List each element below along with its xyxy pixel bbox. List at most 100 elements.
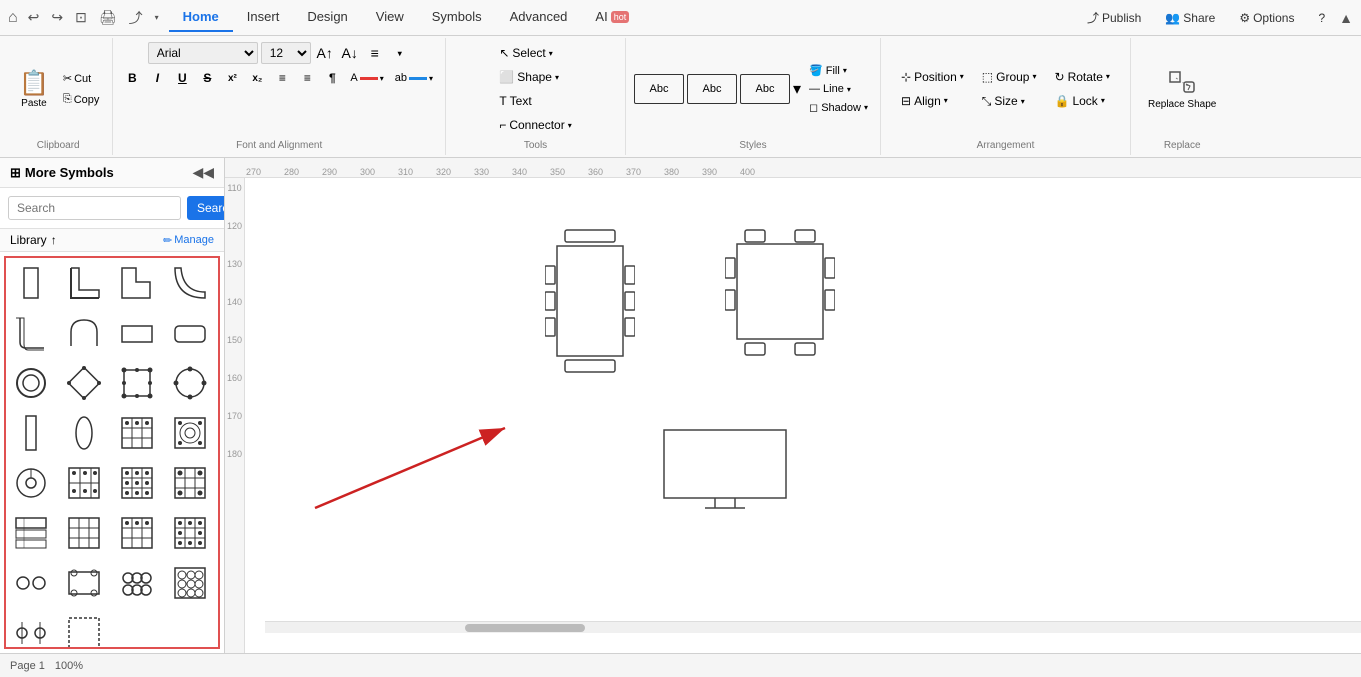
text-tool-button[interactable]: T Text: [492, 90, 578, 112]
symbol-cell-burner[interactable]: [165, 408, 215, 458]
style-preset-3[interactable]: Abc: [740, 74, 790, 104]
symbol-cell-oval-sm[interactable]: [59, 558, 109, 608]
tab-view[interactable]: View: [362, 3, 418, 32]
font-size-increase[interactable]: A↑: [314, 42, 336, 64]
share-quick-btn[interactable]: ⤴: [127, 6, 145, 30]
group-button[interactable]: ⬚ Group ▾: [975, 66, 1044, 88]
drawing-canvas[interactable]: [245, 178, 1361, 633]
styles-expand-btn[interactable]: ▾: [793, 79, 801, 99]
horizontal-scrollbar[interactable]: [265, 621, 1361, 633]
para-btn[interactable]: ¶: [321, 67, 343, 89]
ruler-mark-left: 170: [225, 411, 244, 449]
symbol-cell-small1[interactable]: [6, 508, 56, 558]
style-preset-1[interactable]: Abc: [634, 74, 684, 104]
symbol-cell-grid4[interactable]: [112, 408, 162, 458]
subscript-button[interactable]: x₂: [246, 67, 268, 89]
quick-actions-more[interactable]: ▾: [153, 11, 161, 24]
position-button[interactable]: ⊹ Position ▾: [894, 66, 971, 88]
symbol-cell-curved-l[interactable]: [6, 308, 56, 358]
publish-button[interactable]: ⤴ Publish: [1077, 5, 1151, 30]
shape-tv[interactable]: [660, 426, 790, 514]
symbol-cell-knob[interactable]: [6, 458, 56, 508]
symbol-cell-diamond-dots[interactable]: [59, 358, 109, 408]
connector-tool-button[interactable]: ⌐ Connector ▾: [492, 114, 578, 136]
rotate-button[interactable]: ↻ Rotate ▾: [1048, 66, 1117, 88]
tab-symbols[interactable]: Symbols: [418, 3, 496, 32]
tab-design[interactable]: Design: [293, 3, 361, 32]
line-button[interactable]: — Line ▾: [805, 81, 872, 97]
superscript-button[interactable]: x²: [221, 67, 243, 89]
tab-home[interactable]: Home: [169, 3, 233, 32]
symbol-cell-l1[interactable]: [59, 258, 109, 308]
underline-button[interactable]: U: [171, 67, 193, 89]
tab-ai[interactable]: AI hot: [581, 3, 643, 32]
style-preset-2[interactable]: Abc: [687, 74, 737, 104]
symbol-cell-tall-rect[interactable]: [6, 258, 56, 308]
symbol-cell-grid3x2[interactable]: [59, 458, 109, 508]
fill-button[interactable]: 🪣 Fill ▾: [805, 62, 872, 79]
font-size-decrease[interactable]: A↓: [339, 42, 361, 64]
highlight-color-button[interactable]: ab ▾: [391, 70, 437, 86]
sidebar-collapse-btn[interactable]: ◀◀: [192, 164, 214, 181]
shape-tool-button[interactable]: ⬜ Shape ▾: [492, 66, 578, 88]
bold-button[interactable]: B: [121, 67, 143, 89]
shape-table1[interactable]: [545, 228, 635, 381]
save-btn[interactable]: ⊡: [73, 7, 89, 28]
symbol-cell-small4[interactable]: [165, 508, 215, 558]
symbol-cell-arch[interactable]: [59, 308, 109, 358]
search-input[interactable]: [8, 196, 181, 220]
tab-advanced[interactable]: Advanced: [496, 3, 582, 32]
symbol-cell-grid3x3b[interactable]: [165, 458, 215, 508]
share-button[interactable]: 👥 Share: [1155, 7, 1225, 29]
replace-shape-button[interactable]: Replace Shape: [1139, 63, 1225, 116]
symbol-cell-small3[interactable]: [112, 508, 162, 558]
align-button[interactable]: ⊟ Align ▾: [894, 90, 971, 112]
scrollbar-thumb[interactable]: [465, 624, 585, 632]
symbol-cell-l2[interactable]: [112, 258, 162, 308]
print-btn[interactable]: 🖨: [97, 7, 119, 28]
lock-button[interactable]: 🔒 Lock ▾: [1048, 90, 1117, 112]
text-color-button[interactable]: A ▾: [346, 70, 387, 86]
symbol-cell-circles4[interactable]: [165, 558, 215, 608]
copy-button[interactable]: ⎘ Copy: [58, 90, 105, 109]
font-family-select[interactable]: Arial: [148, 42, 258, 64]
select-tool-button[interactable]: ↖ Select ▾: [492, 42, 578, 64]
cut-button[interactable]: ✂ Cut: [58, 69, 105, 88]
manage-button[interactable]: ✏ Manage: [163, 234, 214, 247]
shadow-button[interactable]: ◻ Shadow ▾: [805, 99, 872, 116]
ribbon-arrangement: ⊹ Position ▾ ⊟ Align ▾ ⬚ Group ▾: [881, 38, 1131, 155]
symbol-cell-circle-dots[interactable]: [165, 358, 215, 408]
symbol-cell-l3[interactable]: [165, 258, 215, 308]
size-button[interactable]: ⤡ Size ▾: [975, 90, 1044, 113]
symbol-cell-rounded-rect[interactable]: [165, 308, 215, 358]
home-icon[interactable]: ⌂: [8, 9, 18, 27]
help-button[interactable]: ?: [1308, 7, 1335, 29]
shape-red-arrow[interactable]: [305, 418, 525, 521]
symbol-cell-thin-tall[interactable]: [6, 408, 56, 458]
strikethrough-button[interactable]: S: [196, 67, 218, 89]
tab-insert[interactable]: Insert: [233, 3, 294, 32]
symbol-cell-small2[interactable]: [59, 508, 109, 558]
options-button[interactable]: ⚙ Options: [1229, 7, 1304, 29]
list-btn[interactable]: ≡: [296, 67, 318, 89]
symbol-cell-square-dots[interactable]: [112, 358, 162, 408]
undo-btn[interactable]: ↩: [26, 7, 42, 28]
symbol-cell-circles3[interactable]: [112, 558, 162, 608]
indent-btn[interactable]: ≡: [271, 67, 293, 89]
replace-label: Replace: [1164, 136, 1201, 151]
align-btn[interactable]: ≡: [364, 42, 386, 64]
shape-table2[interactable]: [725, 228, 835, 361]
symbol-cell-oval-tall[interactable]: [59, 408, 109, 458]
align-dropdown[interactable]: ▾: [389, 42, 411, 64]
font-size-select[interactable]: 12: [261, 42, 311, 64]
ruler-marks-left: 110 120 130 140 150 160 170 180: [225, 178, 244, 487]
search-button[interactable]: Search: [187, 196, 225, 220]
symbol-cell-rect[interactable]: [112, 308, 162, 358]
ribbon-collapse-btn[interactable]: ▲: [1339, 10, 1353, 26]
paste-button[interactable]: 📋 Paste: [12, 65, 56, 113]
symbol-cell-circle-sm[interactable]: [6, 558, 56, 608]
redo-btn[interactable]: ↪: [49, 7, 65, 28]
italic-button[interactable]: I: [146, 67, 168, 89]
symbol-cell-grid3x3[interactable]: [112, 458, 162, 508]
symbol-cell-ring[interactable]: [6, 358, 56, 408]
